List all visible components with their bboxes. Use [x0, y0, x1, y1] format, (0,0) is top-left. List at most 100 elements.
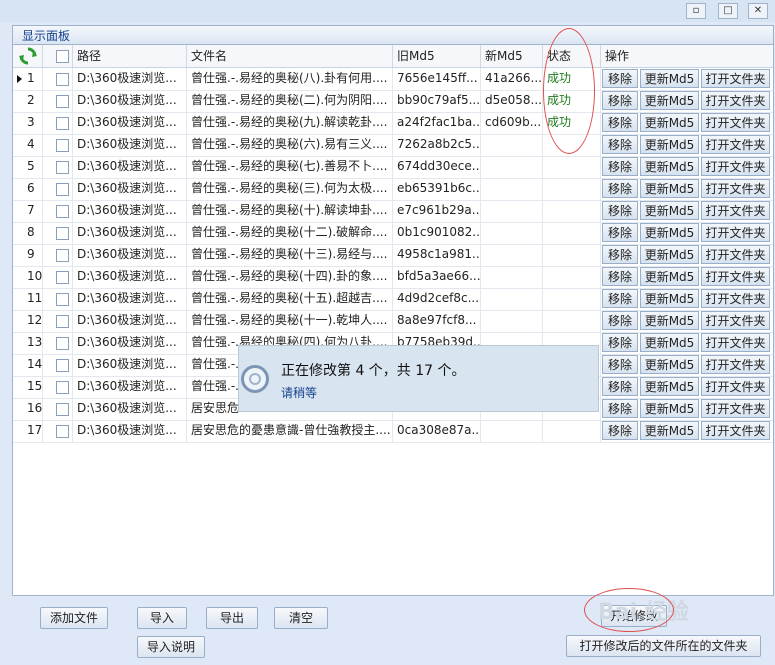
col-path[interactable]: 路径: [73, 45, 187, 67]
remove-button[interactable]: 移除: [602, 355, 638, 374]
update-md5-button[interactable]: 更新Md5: [640, 69, 699, 88]
open-folder-button[interactable]: 打开文件夹: [701, 311, 770, 330]
open-folder-button[interactable]: 打开文件夹: [701, 245, 770, 264]
row-checkbox[interactable]: [43, 244, 73, 266]
open-folder-button[interactable]: 打开文件夹: [701, 399, 770, 418]
col-filename[interactable]: 文件名: [187, 45, 393, 67]
remove-button[interactable]: 移除: [602, 135, 638, 154]
table-row[interactable]: 6 D:\360极速浏览... 曾仕强.-.易经的奥秘(三).何为太极.... eb6…: [13, 178, 773, 201]
remove-button[interactable]: 移除: [602, 267, 638, 286]
open-folder-button[interactable]: 打开文件夹: [701, 135, 770, 154]
clear-button[interactable]: 清空: [274, 607, 328, 629]
row-checkbox[interactable]: [43, 266, 73, 288]
maximize-button[interactable]: □: [718, 3, 738, 19]
open-folder-button[interactable]: 打开文件夹: [701, 157, 770, 176]
table-row[interactable]: 5 D:\360极速浏览... 曾仕强.-.易经的奥秘(七).善易不卜.... 674…: [13, 156, 773, 179]
table-row[interactable]: 3 D:\360极速浏览... 曾仕强.-.易经的奥秘(九).解读乾卦.... a24…: [13, 112, 773, 135]
table-row[interactable]: 1 D:\360极速浏览... 曾仕强.-.易经的奥秘(八).卦有何用.... 765…: [13, 68, 773, 91]
export-button[interactable]: 导出: [206, 607, 258, 629]
update-md5-button[interactable]: 更新Md5: [640, 135, 699, 154]
remove-button[interactable]: 移除: [602, 333, 638, 352]
row-checkbox[interactable]: [43, 178, 73, 200]
update-md5-button[interactable]: 更新Md5: [640, 311, 699, 330]
refresh-icon[interactable]: [13, 45, 43, 67]
row-checkbox[interactable]: [43, 288, 73, 310]
add-file-button[interactable]: 添加文件: [40, 607, 108, 629]
table-row[interactable]: 17 D:\360极速浏览... 居安思危的憂患意識-曾仕強教授主.... 0ca30…: [13, 420, 773, 443]
row-checkbox[interactable]: [43, 222, 73, 244]
row-checkbox[interactable]: [43, 398, 73, 420]
remove-button[interactable]: 移除: [602, 179, 638, 198]
update-md5-button[interactable]: 更新Md5: [640, 245, 699, 264]
row-checkbox[interactable]: [43, 68, 73, 90]
remove-button[interactable]: 移除: [602, 201, 638, 220]
open-folder-button[interactable]: 打开文件夹: [701, 421, 770, 440]
open-folder-button[interactable]: 打开文件夹: [701, 223, 770, 242]
update-md5-button[interactable]: 更新Md5: [640, 355, 699, 374]
update-md5-button[interactable]: 更新Md5: [640, 223, 699, 242]
close-button[interactable]: ✕: [748, 3, 768, 19]
update-md5-button[interactable]: 更新Md5: [640, 399, 699, 418]
update-md5-button[interactable]: 更新Md5: [640, 91, 699, 110]
col-new-md5[interactable]: 新Md5: [481, 45, 543, 67]
table-row[interactable]: 4 D:\360极速浏览... 曾仕强.-.易经的奥秘(六).易有三义.... 726…: [13, 134, 773, 157]
open-folder-button[interactable]: 打开文件夹: [701, 179, 770, 198]
update-md5-button[interactable]: 更新Md5: [640, 201, 699, 220]
row-checkbox[interactable]: [43, 112, 73, 134]
select-all-checkbox[interactable]: [43, 45, 73, 67]
row-checkbox[interactable]: [43, 90, 73, 112]
row-checkbox[interactable]: [43, 200, 73, 222]
table-row[interactable]: 9 D:\360极速浏览... 曾仕强.-.易经的奥秘(十三).易经与.... 495…: [13, 244, 773, 267]
row-checkbox[interactable]: [43, 310, 73, 332]
row-checkbox[interactable]: [43, 134, 73, 156]
row-checkbox[interactable]: [43, 376, 73, 398]
update-md5-button[interactable]: 更新Md5: [640, 157, 699, 176]
update-md5-button[interactable]: 更新Md5: [640, 179, 699, 198]
remove-button[interactable]: 移除: [602, 289, 638, 308]
row-checkbox[interactable]: [43, 156, 73, 178]
open-folder-button[interactable]: 打开文件夹: [701, 69, 770, 88]
row-checkbox[interactable]: [43, 332, 73, 354]
remove-button[interactable]: 移除: [602, 311, 638, 330]
open-folder-button[interactable]: 打开文件夹: [701, 289, 770, 308]
table-row[interactable]: 12 D:\360极速浏览... 曾仕强.-.易经的奥秘(十一).乾坤人.... 8a…: [13, 310, 773, 333]
table-row[interactable]: 8 D:\360极速浏览... 曾仕强.-.易经的奥秘(十二).破解命.... 0b1…: [13, 222, 773, 245]
table-row[interactable]: 7 D:\360极速浏览... 曾仕强.-.易经的奥秘(十).解读坤卦.... e7c…: [13, 200, 773, 223]
remove-button[interactable]: 移除: [602, 223, 638, 242]
open-folder-button[interactable]: 打开文件夹: [701, 333, 770, 352]
update-md5-button[interactable]: 更新Md5: [640, 113, 699, 132]
remove-button[interactable]: 移除: [602, 377, 638, 396]
open-modified-folder-button[interactable]: 打开修改后的文件所在的文件夹: [566, 635, 761, 657]
row-path: D:\360极速浏览...: [73, 134, 187, 156]
table-row[interactable]: 10 D:\360极速浏览... 曾仕强.-.易经的奥秘(十四).卦的象.... bf…: [13, 266, 773, 289]
import-button[interactable]: 导入: [137, 607, 187, 629]
open-folder-button[interactable]: 打开文件夹: [701, 267, 770, 286]
update-md5-button[interactable]: 更新Md5: [640, 267, 699, 286]
import-help-button[interactable]: 导入说明: [137, 636, 205, 658]
remove-button[interactable]: 移除: [602, 245, 638, 264]
update-md5-button[interactable]: 更新Md5: [640, 377, 699, 396]
remove-button[interactable]: 移除: [602, 157, 638, 176]
update-md5-button[interactable]: 更新Md5: [640, 333, 699, 352]
update-md5-button[interactable]: 更新Md5: [640, 289, 699, 308]
open-folder-button[interactable]: 打开文件夹: [701, 355, 770, 374]
col-old-md5[interactable]: 旧Md5: [393, 45, 481, 67]
remove-button[interactable]: 移除: [602, 91, 638, 110]
remove-button[interactable]: 移除: [602, 113, 638, 132]
table-row[interactable]: 11 D:\360极速浏览... 曾仕强.-.易经的奥秘(十五).超越吉.... 4d…: [13, 288, 773, 311]
update-md5-button[interactable]: 更新Md5: [640, 421, 699, 440]
remove-button[interactable]: 移除: [602, 421, 638, 440]
open-folder-button[interactable]: 打开文件夹: [701, 377, 770, 396]
row-number: 16: [13, 398, 43, 420]
row-path: D:\360极速浏览...: [73, 222, 187, 244]
minimize-button[interactable]: ▫: [686, 3, 706, 19]
row-checkbox[interactable]: [43, 420, 73, 442]
row-new-md5: [481, 420, 543, 442]
remove-button[interactable]: 移除: [602, 69, 638, 88]
remove-button[interactable]: 移除: [602, 399, 638, 418]
open-folder-button[interactable]: 打开文件夹: [701, 201, 770, 220]
table-row[interactable]: 2 D:\360极速浏览... 曾仕强.-.易经的奥秘(二).何为阴阳.... bb9…: [13, 90, 773, 113]
open-folder-button[interactable]: 打开文件夹: [701, 91, 770, 110]
open-folder-button[interactable]: 打开文件夹: [701, 113, 770, 132]
row-checkbox[interactable]: [43, 354, 73, 376]
